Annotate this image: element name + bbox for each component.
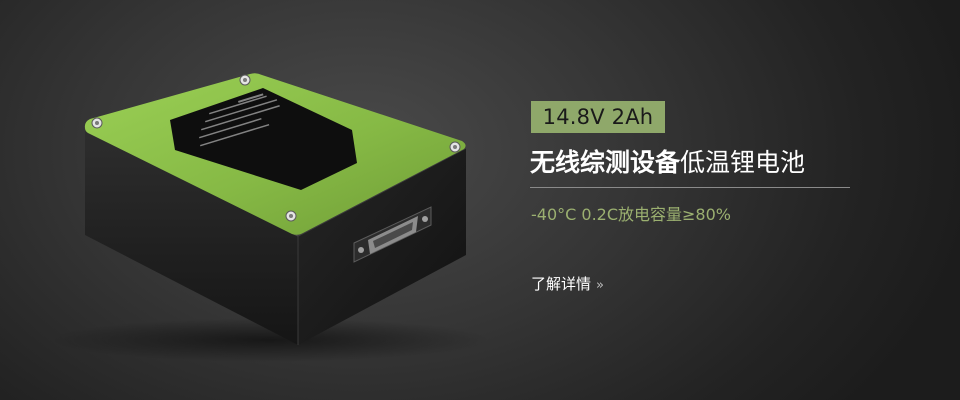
learn-more-link[interactable]: 了解详情 » [531, 273, 604, 295]
spec-tag: 14.8V 2Ah [531, 101, 665, 133]
headline-rest: 低温锂电池 [680, 148, 806, 177]
spec-subline: -40°C 0.2C放电容量≥80% [531, 205, 731, 224]
hero-banner: 14.8V 2Ah 无线综测设备低温锂电池 -40°C 0.2C放电容量≥80%… [0, 0, 960, 400]
headline-bold: 无线综测设备 [530, 148, 681, 177]
learn-more-label: 了解详情 [531, 275, 592, 293]
double-chevron-right-icon: » [596, 278, 604, 293]
battery-pack-image [50, 73, 490, 362]
headline-divider [530, 187, 850, 188]
headline: 无线综测设备低温锂电池 [530, 145, 860, 181]
